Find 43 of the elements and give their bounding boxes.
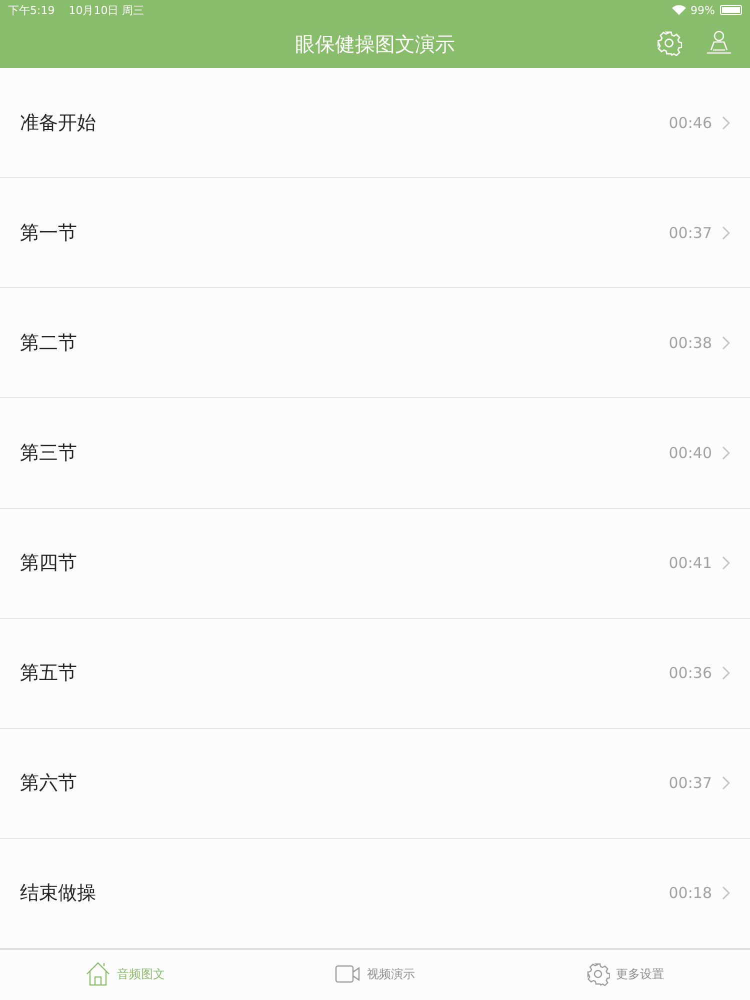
section-row[interactable]: 第六节 00:37 xyxy=(0,728,750,839)
section-title: 准备开始 xyxy=(20,110,97,136)
home-icon xyxy=(85,961,111,987)
section-row[interactable]: 准备开始 00:46 xyxy=(0,68,750,178)
status-date: 10月10日 周三 xyxy=(68,2,144,18)
chevron-icon xyxy=(722,666,730,680)
wifi-icon xyxy=(672,5,686,15)
chevron-icon xyxy=(722,226,730,240)
duration: 00:37 xyxy=(668,774,712,792)
section-row[interactable]: 第四节 00:41 xyxy=(0,508,750,619)
settings-icon[interactable] xyxy=(656,30,682,56)
duration: 00:40 xyxy=(668,444,712,462)
status-time: 下午5:19 xyxy=(8,2,55,18)
section-title: 第四节 xyxy=(20,551,78,576)
section-title: 第二节 xyxy=(20,330,78,356)
video-camera-icon xyxy=(335,964,361,984)
section-row[interactable]: 第一节 00:37 xyxy=(0,178,750,288)
section-row[interactable]: 第五节 00:36 xyxy=(0,618,750,729)
section-row[interactable]: 结束做操 00:18 xyxy=(0,838,750,948)
duration: 00:36 xyxy=(668,664,712,682)
battery-percent: 99% xyxy=(690,4,715,16)
section-title: 第三节 xyxy=(20,440,78,466)
duration: 00:18 xyxy=(668,884,712,902)
section-row[interactable]: 第二节 00:38 xyxy=(0,288,750,398)
battery-icon xyxy=(720,5,742,15)
section-title: 结束做操 xyxy=(20,881,97,906)
nav-title: 眼保健操图文演示 xyxy=(295,30,455,58)
person-icon[interactable] xyxy=(706,30,732,56)
chevron-icon xyxy=(722,886,730,900)
chevron-icon xyxy=(722,556,730,570)
chevron-icon xyxy=(722,776,730,790)
section-title: 第五节 xyxy=(20,661,78,686)
section-row[interactable]: 第三节 00:40 xyxy=(0,398,750,508)
chevron-icon xyxy=(722,116,730,130)
section-title: 第一节 xyxy=(20,220,78,246)
settings-icon xyxy=(586,962,610,986)
duration: 00:41 xyxy=(668,554,712,572)
chevron-icon xyxy=(722,446,730,460)
chevron-icon xyxy=(722,336,730,350)
duration: 00:38 xyxy=(668,334,712,352)
duration: 00:46 xyxy=(668,114,712,132)
duration: 00:37 xyxy=(668,224,712,242)
section-title: 第六节 xyxy=(20,771,78,796)
